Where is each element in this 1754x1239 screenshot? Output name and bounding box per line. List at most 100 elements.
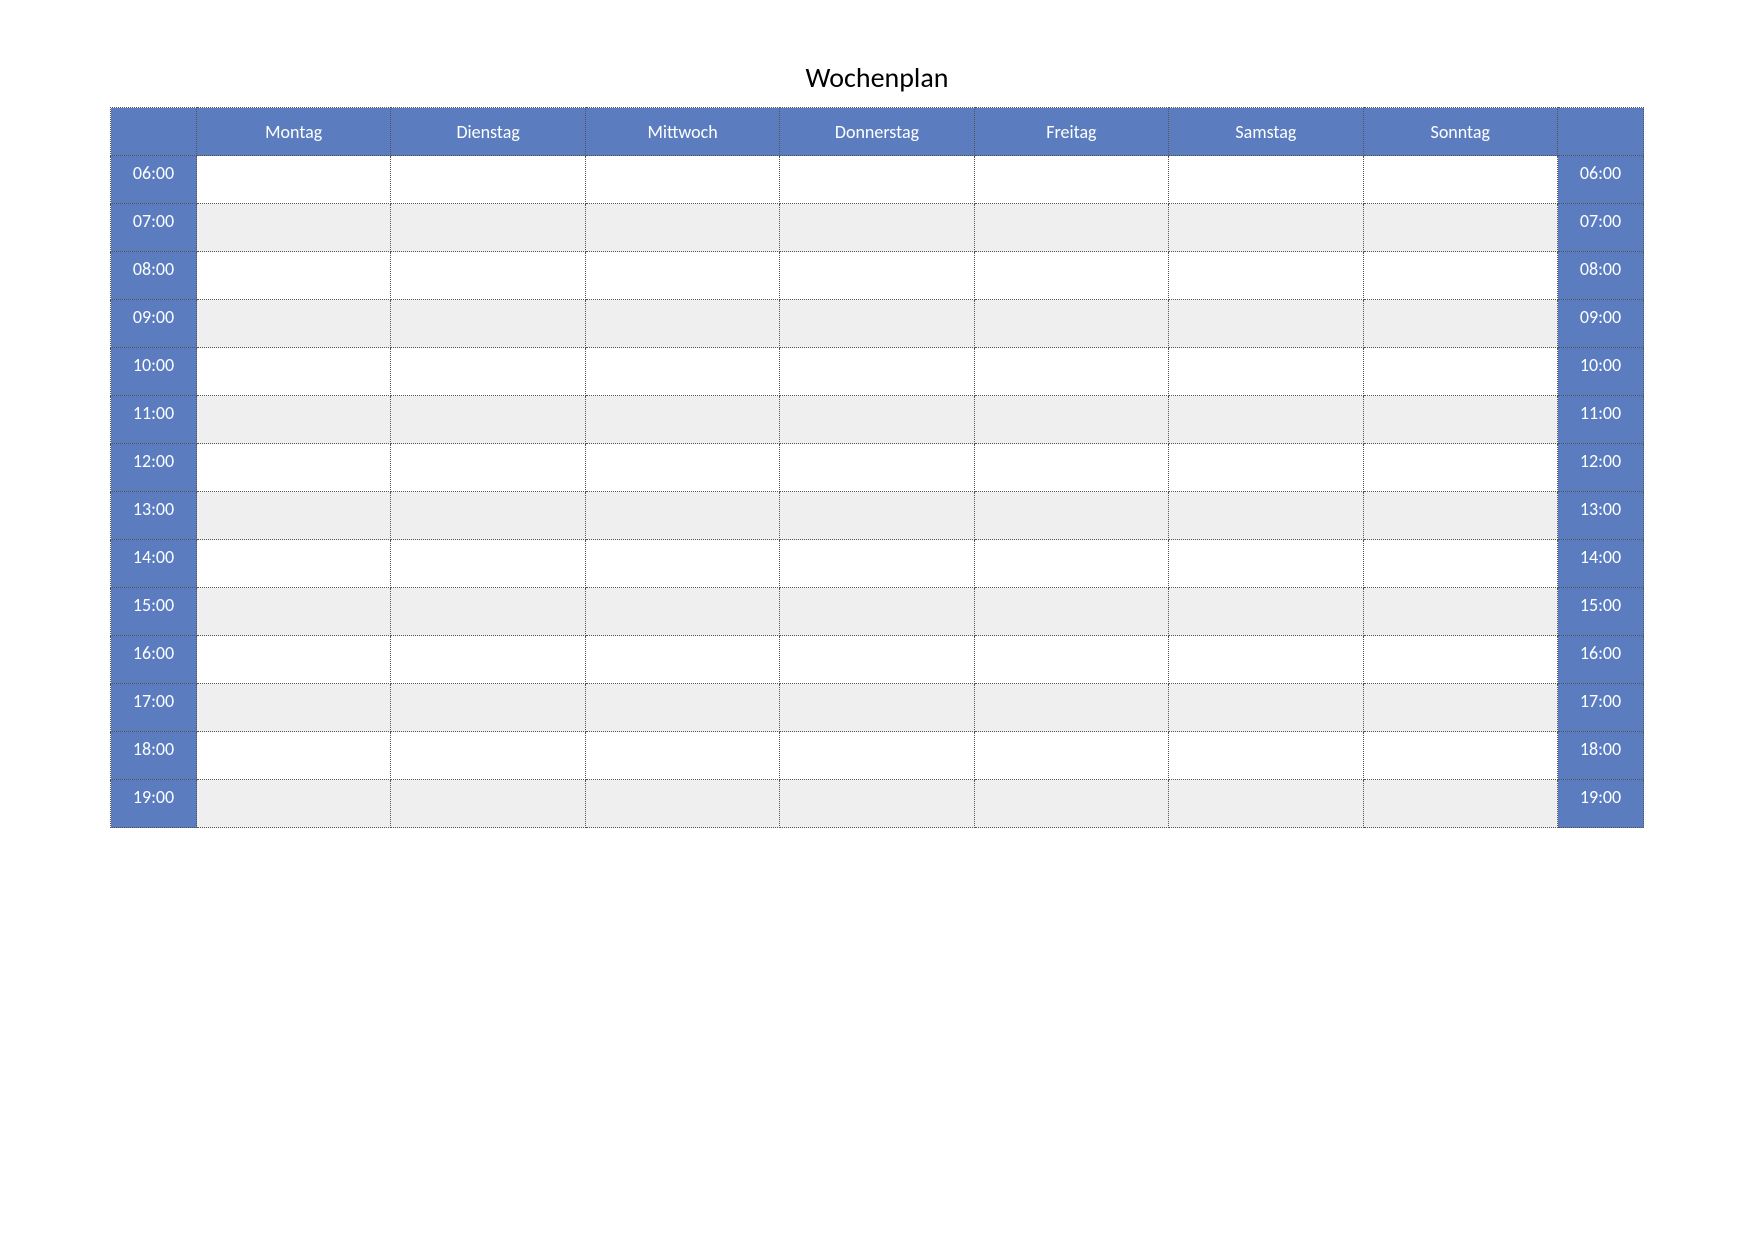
- slot-cell[interactable]: [1363, 492, 1557, 540]
- slot-cell[interactable]: [197, 156, 391, 204]
- slot-cell[interactable]: [974, 588, 1168, 636]
- slot-cell[interactable]: [585, 252, 779, 300]
- slot-cell[interactable]: [1363, 204, 1557, 252]
- slot-cell[interactable]: [974, 204, 1168, 252]
- slot-cell[interactable]: [780, 588, 974, 636]
- slot-cell[interactable]: [585, 156, 779, 204]
- slot-cell[interactable]: [197, 732, 391, 780]
- slot-cell[interactable]: [1169, 540, 1363, 588]
- slot-cell[interactable]: [585, 300, 779, 348]
- slot-cell[interactable]: [391, 204, 585, 252]
- slot-cell[interactable]: [780, 396, 974, 444]
- slot-cell[interactable]: [780, 252, 974, 300]
- slot-cell[interactable]: [1363, 636, 1557, 684]
- slot-cell[interactable]: [1169, 156, 1363, 204]
- slot-cell[interactable]: [197, 540, 391, 588]
- slot-cell[interactable]: [974, 348, 1168, 396]
- slot-cell[interactable]: [1169, 252, 1363, 300]
- slot-cell[interactable]: [585, 444, 779, 492]
- slot-cell[interactable]: [780, 204, 974, 252]
- slot-cell[interactable]: [1363, 348, 1557, 396]
- table-row: 09:0009:00: [111, 300, 1644, 348]
- slot-cell[interactable]: [1169, 348, 1363, 396]
- slot-cell[interactable]: [391, 348, 585, 396]
- slot-cell[interactable]: [1363, 684, 1557, 732]
- slot-cell[interactable]: [780, 444, 974, 492]
- slot-cell[interactable]: [1363, 732, 1557, 780]
- slot-cell[interactable]: [1363, 252, 1557, 300]
- slot-cell[interactable]: [585, 540, 779, 588]
- slot-cell[interactable]: [391, 300, 585, 348]
- slot-cell[interactable]: [780, 300, 974, 348]
- slot-cell[interactable]: [585, 348, 779, 396]
- slot-cell[interactable]: [585, 204, 779, 252]
- slot-cell[interactable]: [974, 396, 1168, 444]
- slot-cell[interactable]: [391, 732, 585, 780]
- slot-cell[interactable]: [197, 204, 391, 252]
- slot-cell[interactable]: [391, 588, 585, 636]
- slot-cell[interactable]: [197, 684, 391, 732]
- slot-cell[interactable]: [1169, 300, 1363, 348]
- slot-cell[interactable]: [197, 348, 391, 396]
- slot-cell[interactable]: [974, 780, 1168, 828]
- slot-cell[interactable]: [197, 780, 391, 828]
- slot-cell[interactable]: [974, 444, 1168, 492]
- slot-cell[interactable]: [585, 732, 779, 780]
- slot-cell[interactable]: [780, 492, 974, 540]
- slot-cell[interactable]: [1363, 780, 1557, 828]
- slot-cell[interactable]: [391, 156, 585, 204]
- slot-cell[interactable]: [780, 780, 974, 828]
- slot-cell[interactable]: [197, 396, 391, 444]
- slot-cell[interactable]: [391, 396, 585, 444]
- slot-cell[interactable]: [1169, 204, 1363, 252]
- slot-cell[interactable]: [974, 636, 1168, 684]
- slot-cell[interactable]: [780, 348, 974, 396]
- slot-cell[interactable]: [974, 684, 1168, 732]
- slot-cell[interactable]: [391, 540, 585, 588]
- slot-cell[interactable]: [1363, 540, 1557, 588]
- slot-cell[interactable]: [197, 300, 391, 348]
- slot-cell[interactable]: [197, 492, 391, 540]
- slot-cell[interactable]: [974, 156, 1168, 204]
- slot-cell[interactable]: [585, 588, 779, 636]
- slot-cell[interactable]: [1169, 636, 1363, 684]
- slot-cell[interactable]: [197, 636, 391, 684]
- slot-cell[interactable]: [780, 684, 974, 732]
- slot-cell[interactable]: [1169, 588, 1363, 636]
- slot-cell[interactable]: [1363, 396, 1557, 444]
- slot-cell[interactable]: [974, 300, 1168, 348]
- slot-cell[interactable]: [1169, 732, 1363, 780]
- slot-cell[interactable]: [780, 540, 974, 588]
- slot-cell[interactable]: [585, 780, 779, 828]
- slot-cell[interactable]: [197, 252, 391, 300]
- slot-cell[interactable]: [585, 684, 779, 732]
- slot-cell[interactable]: [391, 684, 585, 732]
- slot-cell[interactable]: [974, 540, 1168, 588]
- time-label-left: 14:00: [111, 540, 197, 588]
- slot-cell[interactable]: [197, 444, 391, 492]
- slot-cell[interactable]: [1363, 156, 1557, 204]
- slot-cell[interactable]: [1363, 588, 1557, 636]
- slot-cell[interactable]: [585, 396, 779, 444]
- slot-cell[interactable]: [1169, 444, 1363, 492]
- slot-cell[interactable]: [974, 492, 1168, 540]
- slot-cell[interactable]: [1169, 396, 1363, 444]
- slot-cell[interactable]: [780, 636, 974, 684]
- slot-cell[interactable]: [585, 636, 779, 684]
- slot-cell[interactable]: [974, 252, 1168, 300]
- slot-cell[interactable]: [391, 636, 585, 684]
- slot-cell[interactable]: [585, 492, 779, 540]
- slot-cell[interactable]: [974, 732, 1168, 780]
- slot-cell[interactable]: [197, 588, 391, 636]
- slot-cell[interactable]: [1169, 684, 1363, 732]
- slot-cell[interactable]: [1169, 780, 1363, 828]
- slot-cell[interactable]: [1363, 444, 1557, 492]
- slot-cell[interactable]: [391, 492, 585, 540]
- slot-cell[interactable]: [391, 252, 585, 300]
- slot-cell[interactable]: [780, 732, 974, 780]
- slot-cell[interactable]: [1363, 300, 1557, 348]
- slot-cell[interactable]: [391, 780, 585, 828]
- slot-cell[interactable]: [780, 156, 974, 204]
- slot-cell[interactable]: [1169, 492, 1363, 540]
- slot-cell[interactable]: [391, 444, 585, 492]
